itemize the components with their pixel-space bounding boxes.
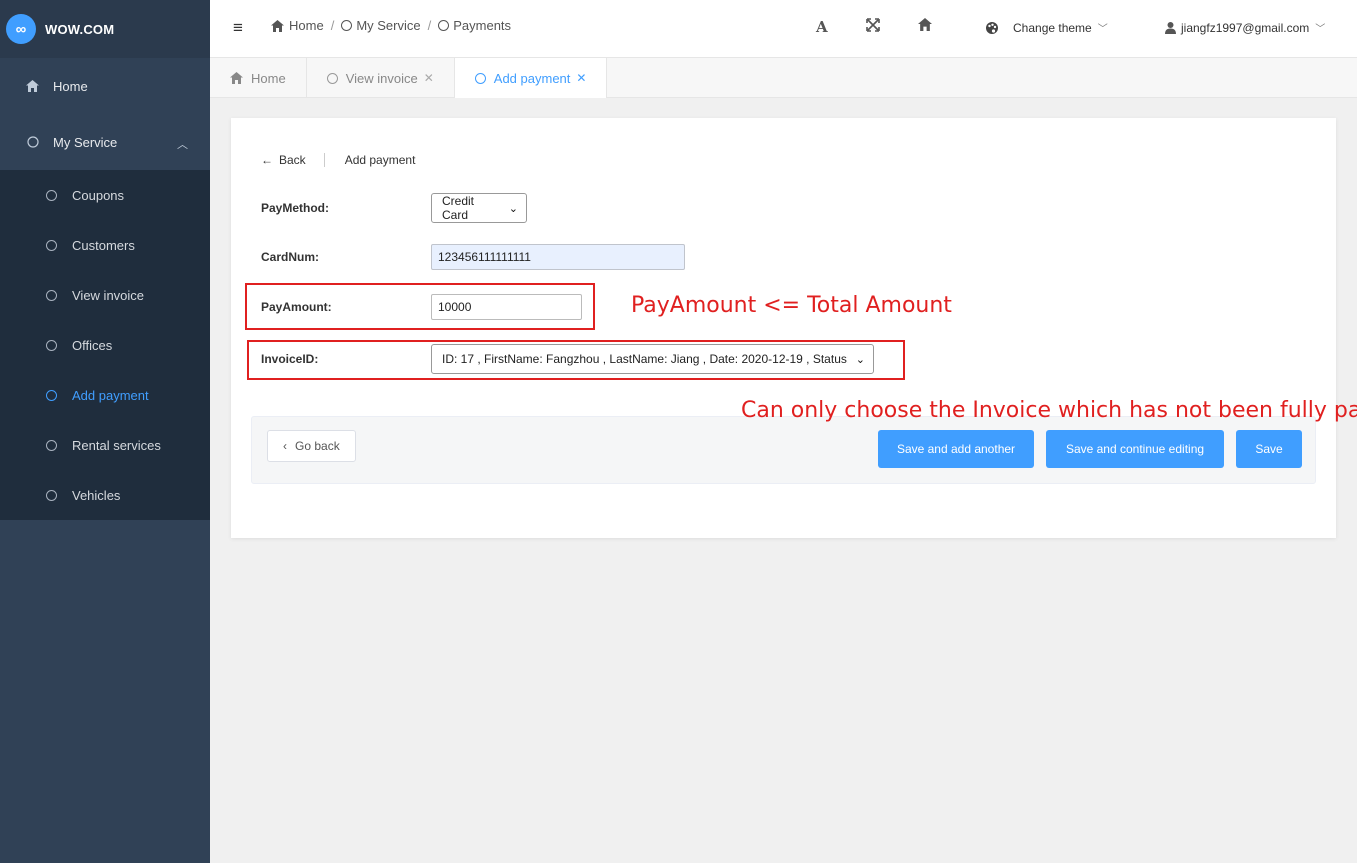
fullscreen-icon[interactable] (866, 18, 880, 32)
sidebar-item-coupons[interactable]: Coupons (0, 170, 210, 220)
sidebar-item-label: Rental services (72, 437, 161, 453)
sidebar-item-label: Vehicles (72, 487, 121, 503)
arrow-left-icon: ← (261, 153, 273, 167)
close-icon[interactable]: ✕ (424, 71, 434, 85)
top-header: ≡ Home / My Service / Payments A Change … (210, 0, 1357, 58)
breadcrumb-label: Payments (453, 18, 512, 33)
breadcrumb-separator: / (330, 18, 335, 33)
font-size-icon[interactable]: A (816, 18, 828, 36)
sidebar-item-label: Home (53, 78, 88, 94)
user-menu[interactable]: jiangfz1997@gmail.com ﹀ (1165, 20, 1325, 35)
sidebar-item-customers[interactable]: Customers (0, 220, 210, 270)
save-continue-editing-button[interactable]: Save and continue editing (1046, 430, 1224, 468)
circle-icon (46, 289, 57, 301)
sidebar-item-view-invoice[interactable]: View invoice (0, 270, 210, 320)
sidebar-item-my-service[interactable]: My Service ︿ (0, 114, 210, 170)
tab-bar: Home View invoice ✕ Add payment ✕ (210, 58, 1357, 98)
circle-icon (46, 189, 57, 201)
palette-icon (986, 21, 998, 34)
sidebar-item-rental-services[interactable]: Rental services (0, 420, 210, 470)
home-icon (271, 19, 284, 32)
cardnum-value: 123456111111111 (438, 250, 531, 264)
circle-icon (46, 239, 57, 251)
tab-label: View invoice (345, 70, 418, 86)
annotation-invoice-note: Can only choose the Invoice which has no… (741, 398, 1357, 423)
home-icon (230, 72, 243, 84)
back-link[interactable]: ← Back (261, 153, 306, 167)
close-icon[interactable]: ✕ (576, 71, 586, 85)
sidebar-item-label: Customers (72, 237, 135, 253)
annotation-box-payamount (245, 283, 595, 330)
circle-icon (26, 136, 39, 148)
breadcrumb-separator: / (427, 18, 432, 33)
form-row-paymethod: PayMethod: Credit Card ⌄ (261, 193, 527, 223)
breadcrumb-label: My Service (356, 18, 421, 33)
brand-name: WOW.COM (45, 21, 115, 37)
form-actions-bar: ‹ Go back Save and add another Save and … (251, 416, 1316, 484)
save-add-another-button[interactable]: Save and add another (878, 430, 1034, 468)
circle-icon (326, 72, 338, 84)
go-back-label: Go back (295, 439, 340, 453)
tab-view-invoice[interactable]: View invoice ✕ (307, 58, 455, 98)
circle-icon (474, 72, 486, 84)
brand-logo[interactable]: ∞ WOW.COM (0, 0, 210, 58)
sidebar-item-vehicles[interactable]: Vehicles (0, 470, 210, 520)
breadcrumb-home[interactable]: Home (271, 18, 324, 33)
user-icon (1165, 21, 1176, 34)
tab-add-payment[interactable]: Add payment ✕ (454, 58, 608, 98)
sidebar: ∞ WOW.COM Home My Service ︿ Coupons Cust… (0, 0, 210, 863)
sidebar-item-offices[interactable]: Offices (0, 320, 210, 370)
go-back-button[interactable]: ‹ Go back (267, 430, 356, 462)
paymethod-value: Credit Card (442, 194, 475, 222)
paymethod-label: PayMethod: (261, 201, 330, 215)
breadcrumb-payments: Payments (438, 18, 511, 33)
breadcrumb-my-service[interactable]: My Service (341, 18, 421, 33)
tab-label: Add payment (493, 70, 571, 86)
chevron-left-icon: ‹ (283, 439, 287, 453)
cardnum-input[interactable]: 123456111111111 (431, 244, 685, 270)
sidebar-item-home[interactable]: Home (0, 58, 210, 114)
change-theme-dropdown[interactable]: Change theme ﹀ (985, 20, 1108, 35)
circle-icon (46, 439, 57, 451)
hamburger-menu-icon[interactable]: ≡ (233, 18, 243, 38)
sidebar-item-label: Add payment (72, 387, 149, 403)
circle-icon (46, 489, 57, 501)
circle-icon (438, 20, 450, 31)
sidebar-item-label: View invoice (72, 287, 145, 303)
cardnum-label: CardNum: (261, 250, 320, 264)
user-email: jiangfz1997@gmail.com (1181, 20, 1310, 35)
circle-icon (46, 339, 57, 351)
home-icon[interactable] (918, 18, 932, 31)
chevron-down-icon: ⌄ (508, 202, 518, 215)
chevron-up-icon: ︿ (177, 139, 188, 151)
breadcrumb-label: Home (289, 18, 324, 33)
chevron-down-icon: ﹀ (1315, 24, 1326, 35)
save-button[interactable]: Save (1236, 430, 1302, 468)
annotation-box-invoiceid (247, 340, 905, 380)
home-icon (26, 80, 39, 92)
breadcrumb: Home / My Service / Payments (271, 18, 511, 33)
circle-icon (341, 20, 353, 31)
annotation-payamount-note: PayAmount <= Total Amount (631, 293, 952, 318)
page-title: Add payment (344, 153, 416, 167)
sidebar-item-add-payment[interactable]: Add payment (0, 370, 210, 420)
tab-label: Home (251, 70, 286, 86)
submenu-my-service: Coupons Customers View invoice Offices A… (0, 170, 210, 520)
sidebar-item-label: Offices (72, 337, 113, 353)
divider (323, 153, 325, 167)
circle-icon (46, 389, 57, 401)
sidebar-item-label: My Service (53, 134, 118, 150)
chevron-down-icon: ﹀ (1097, 24, 1108, 35)
back-label: Back (279, 153, 306, 167)
page-header: ← Back Add payment (261, 153, 415, 167)
tab-home[interactable]: Home (210, 58, 307, 98)
paymethod-select[interactable]: Credit Card ⌄ (431, 193, 527, 223)
infinity-logo-icon: ∞ (6, 14, 36, 44)
theme-label: Change theme (1013, 20, 1092, 35)
sidebar-item-label: Coupons (72, 187, 125, 203)
form-row-cardnum: CardNum: 123456111111111 (261, 244, 685, 270)
